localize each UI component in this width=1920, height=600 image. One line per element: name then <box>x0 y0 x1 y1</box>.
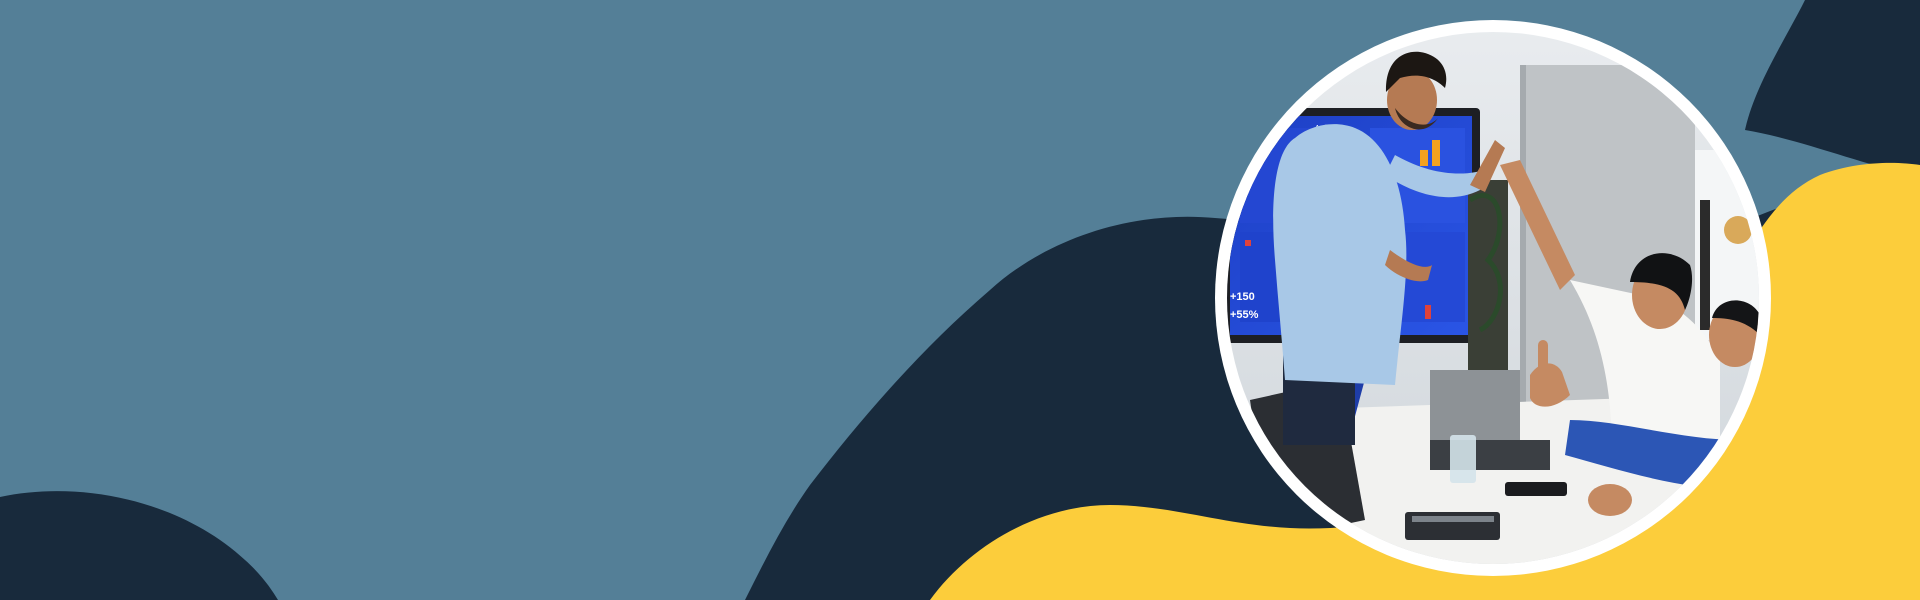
background-art: Activity +150 +55% <box>0 0 1920 600</box>
screen-stat-55: +55% <box>1230 309 1259 321</box>
hero-banner: Activity +150 +55% <box>0 0 1920 600</box>
screen-stat-150: +150 <box>1230 291 1255 303</box>
